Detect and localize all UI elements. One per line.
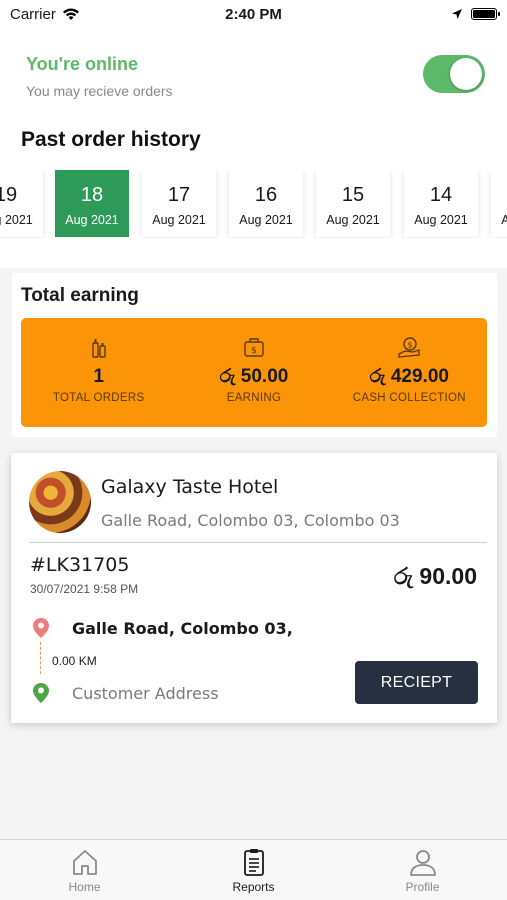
status-bar: Carrier 2:40 PM — [0, 0, 507, 28]
date-card[interactable]: 14 Aug 2021 — [404, 170, 478, 237]
tab-label: Reports — [232, 880, 275, 894]
date-day: 18 — [80, 184, 104, 206]
user-icon — [409, 850, 436, 876]
earning-summary-box: 1 TOTAL ORDERS $ රු 50.00 EARNING $ රු 4… — [21, 318, 487, 427]
bottom-tab-bar: Home Reports Profile — [0, 839, 507, 900]
tab-label: Home — [68, 880, 101, 894]
online-toggle[interactable] — [423, 55, 485, 93]
date-month: Aug 2021 — [65, 213, 119, 227]
date-month: Aug 2021 — [326, 213, 380, 227]
hotel-name: Galaxy Taste Hotel — [101, 476, 279, 498]
date-day: 19 — [0, 184, 18, 206]
date-day: 13 — [491, 184, 507, 207]
toggle-knob — [450, 58, 482, 90]
stat-label: EARNING — [226, 392, 282, 404]
carrier-label: Carrier — [10, 5, 56, 23]
hotel-address: Galle Road, Colombo 03, Colombo 03 — [101, 511, 400, 530]
date-month: Aug 2021 — [0, 213, 33, 227]
stat-label: TOTAL ORDERS — [52, 392, 145, 404]
date-card[interactable]: 19 Aug 2021 — [0, 170, 43, 237]
tab-home[interactable]: Home — [0, 840, 169, 900]
date-day: 16 — [254, 184, 278, 206]
svg-text:$: $ — [251, 346, 257, 356]
divider — [29, 542, 487, 543]
date-card-selected[interactable]: 18 Aug 2021 — [55, 170, 129, 237]
tab-label: Profile — [405, 880, 440, 894]
date-card[interactable]: 16 Aug 2021 — [229, 170, 303, 237]
stat-earning: $ රු 50.00 EARNING — [176, 318, 331, 427]
tab-profile[interactable]: Profile — [338, 840, 507, 900]
order-card[interactable]: Galaxy Taste Hotel Galle Road, Colombo 0… — [11, 453, 497, 723]
order-id: #LK31705 — [30, 554, 130, 576]
battery-icon — [471, 8, 500, 20]
online-status-title: You're online — [26, 54, 138, 74]
online-status-subtitle: You may recieve orders — [26, 83, 173, 99]
order-amount: රු 90.00 — [393, 563, 477, 589]
pickup-address: Galle Road, Colombo 03, — [72, 619, 293, 638]
tab-reports[interactable]: Reports — [169, 840, 338, 900]
wifi-icon — [62, 8, 79, 20]
total-earning-title: Total earning — [21, 285, 139, 306]
order-date: 30/07/2021 9:58 PM — [30, 582, 139, 596]
distance: 0.00 KM — [52, 654, 97, 668]
past-order-history-title: Past order history — [21, 128, 201, 151]
bottles-icon — [91, 339, 106, 358]
home-icon — [72, 850, 97, 875]
stat-label: CASH COLLECTION — [352, 392, 466, 404]
date-month: Aug 2021 — [501, 213, 507, 227]
online-section: You're online You may recieve orders Pas… — [0, 28, 507, 268]
stat-value: 1 — [93, 366, 104, 387]
date-day: 15 — [341, 184, 365, 206]
customer-address: Customer Address — [72, 684, 219, 703]
stat-value: රු 429.00 — [369, 366, 449, 387]
clock: 2:40 PM — [225, 5, 282, 23]
location-arrow-icon — [452, 9, 462, 19]
stat-total-orders: 1 TOTAL ORDERS — [21, 318, 176, 427]
pickup-pin-icon — [33, 618, 49, 638]
route-dashed-line — [40, 642, 41, 674]
date-day: 14 — [429, 184, 453, 206]
hotel-avatar — [29, 471, 91, 533]
total-earning-section: Total earning 1 TOTAL ORDERS $ රු 50.00 … — [12, 273, 497, 437]
customer-pin-icon — [33, 683, 49, 703]
cash-hand-icon: $ — [398, 337, 420, 358]
date-card[interactable]: 17 Aug 2021 — [142, 170, 216, 237]
money-bag-icon: $ — [244, 338, 264, 357]
receipt-button[interactable]: RECIEPT — [355, 661, 478, 704]
date-month: Aug 2021 — [239, 213, 293, 227]
stat-cash-collection: $ රු 429.00 CASH COLLECTION — [332, 318, 487, 427]
clipboard-icon — [243, 849, 264, 876]
date-card[interactable]: 13 Aug 2021 — [491, 170, 507, 237]
date-card[interactable]: 15 Aug 2021 — [316, 170, 390, 237]
date-selector: 19 Aug 2021 18 Aug 2021 17 Aug 2021 16 A… — [0, 170, 507, 238]
svg-text:$: $ — [408, 341, 413, 350]
date-month: Aug 2021 — [414, 213, 468, 227]
date-month: Aug 2021 — [152, 213, 206, 227]
date-day: 17 — [167, 184, 191, 206]
stat-value: රු 50.00 — [219, 366, 289, 387]
